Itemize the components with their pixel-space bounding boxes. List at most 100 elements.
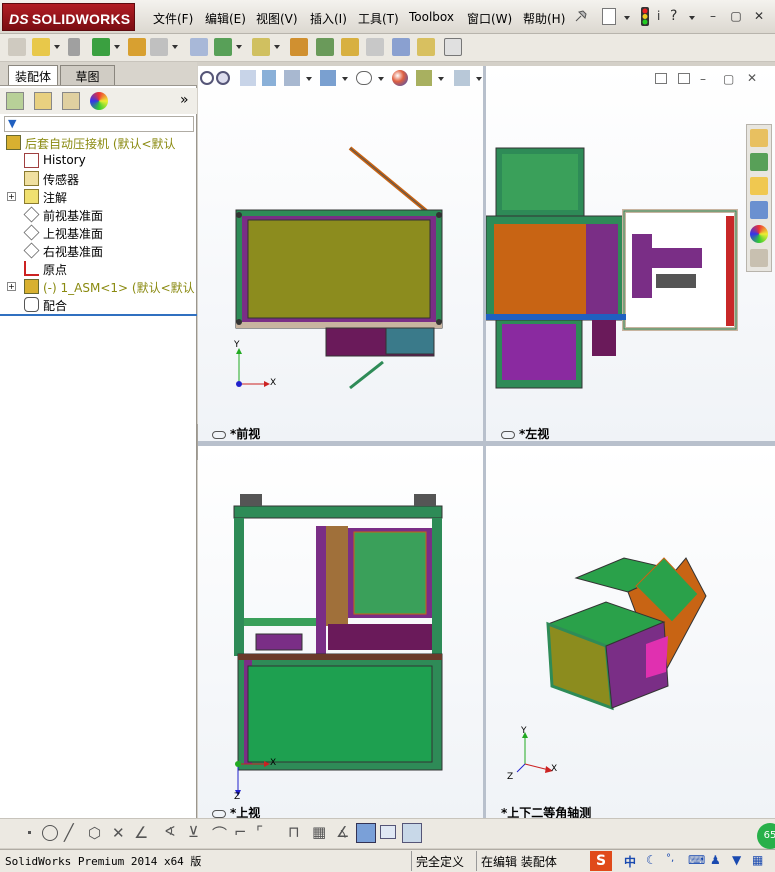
expand-icon[interactable]: + [7,282,16,291]
angle-icon[interactable]: ∠ [134,823,148,842]
bill-of-materials-icon[interactable] [316,38,334,56]
feature-manager-panel: 装配体 草图 » ▼ 后套自动压接机 (默认<默认 History 传感器 + 注解 前视… [0,62,197,872]
chevron-down-icon[interactable] [689,16,695,20]
pin-icon[interactable] [573,8,589,24]
corner-icon[interactable]: ⌐ [234,823,247,841]
menu-view[interactable]: 视图(V) [256,10,298,27]
tab-assembly[interactable]: 装配体 [8,65,59,85]
menu-insert[interactable]: 插入(I) [310,10,347,27]
z-axis-label: Z [507,772,514,782]
display-manager-icon[interactable] [90,92,108,110]
exploded-view-icon[interactable] [341,38,359,56]
notification-badge[interactable]: 65 [757,823,775,849]
show-hidden-icon[interactable] [190,38,208,56]
solidworks-logo[interactable]: DS SOLIDWORKS [2,3,135,31]
line-icon[interactable]: ╱ [64,823,74,842]
smart-fasteners-icon[interactable] [128,38,146,56]
x-axis-label: X [551,764,558,774]
chevron-down-icon[interactable] [624,16,630,20]
tree-item[interactable]: + 注解 [0,188,197,206]
file-explorer-icon[interactable] [750,177,768,195]
explode-line-sketch-icon[interactable] [366,38,384,56]
view-palette-icon[interactable] [750,201,768,219]
interference-detection-icon[interactable] [392,38,410,56]
mirror-icon[interactable]: ⊓ [288,823,300,841]
linear-pattern-icon[interactable] [92,38,110,56]
tree-item[interactable]: 右视基准面 [0,242,197,260]
sogou-ime-icon[interactable]: S [590,851,612,871]
person-icon[interactable]: ♟ [710,853,721,867]
configuration-manager-icon[interactable] [62,92,80,110]
point-icon[interactable] [28,831,31,834]
trim-icon[interactable]: ✕ [112,824,125,842]
mate-icon[interactable] [68,38,80,56]
chevron-right-icon[interactable]: » [180,92,189,108]
ime-mode[interactable]: 中 [624,853,636,870]
grid-icon[interactable]: ▦ [312,823,326,841]
polygon-icon[interactable]: ⬡ [88,824,101,842]
rollback-bar[interactable] [0,314,197,316]
clearance-verification-icon[interactable] [417,38,435,56]
circle-icon[interactable] [42,825,58,841]
feature-manager-icon[interactable] [6,92,24,110]
keyboard-icon[interactable]: ⌨ [688,853,705,867]
insert-component-icon[interactable] [8,38,26,56]
minimize-icon[interactable]: – [706,10,720,23]
shirt-icon[interactable]: ▼ [732,853,741,867]
sheet-view-icon[interactable] [402,823,422,843]
reference-geometry-icon[interactable] [252,38,270,56]
punctuation-icon[interactable]: °, [666,853,674,864]
new-document-icon[interactable] [602,8,616,25]
grid-menu-icon[interactable]: ▦ [752,853,763,867]
tree-item[interactable]: 前视基准面 [0,206,197,224]
design-library-icon[interactable] [750,153,768,171]
new-part-icon[interactable] [32,38,50,56]
tab-sketch[interactable]: 草图 [60,65,115,85]
manager-tabs: » [0,88,197,114]
tree-item[interactable]: 配合 [0,296,197,314]
chevron-down-icon[interactable] [236,45,242,49]
help-icon[interactable]: ? [670,8,677,24]
restore-icon[interactable]: ▢ [729,10,743,23]
menu-edit[interactable]: 编辑(E) [205,10,246,27]
instant3d-icon[interactable] [444,38,462,56]
arc-icon[interactable]: ⌒ [212,823,227,844]
chevron-down-icon[interactable] [172,45,178,49]
menu-help[interactable]: 帮助(H) [523,10,565,27]
plane-icon [23,224,40,241]
tree-item-label: (-) 1_ASM<1> (默认<默认 [43,281,195,295]
tree-item[interactable]: + (-) 1_ASM<1> (默认<默认 [0,278,197,296]
tree-item[interactable]: 传感器 [0,170,197,188]
home-icon[interactable] [750,129,768,147]
moon-icon[interactable]: ☾ [646,853,657,867]
menu-file[interactable]: 文件(F) [153,10,193,27]
new-motion-study-icon[interactable] [290,38,308,56]
custom-properties-icon[interactable] [750,249,768,267]
chevron-down-icon[interactable] [274,45,280,49]
view-cube-icon[interactable] [356,823,376,843]
menu-window[interactable]: 窗口(W) [467,10,512,27]
assembly-features-icon[interactable] [214,38,232,56]
tree-filter-input[interactable]: ▼ [4,116,194,132]
appearances-icon[interactable] [750,225,768,243]
tree-item[interactable]: 上视基准面 [0,224,197,242]
relation-icon[interactable]: ⊻ [188,823,199,841]
smart-dimension-icon[interactable]: ∢ [164,824,176,840]
divider [476,851,477,871]
menu-tools[interactable]: 工具(T) [358,10,399,27]
close-icon[interactable]: ✕ [752,10,766,23]
traffic-light-icon[interactable] [641,7,649,26]
info-icon[interactable]: i [657,9,660,23]
expand-icon[interactable]: + [7,192,16,201]
chevron-down-icon[interactable] [54,45,60,49]
tree-root-assembly[interactable]: 后套自动压接机 (默认<默认 [0,134,197,152]
chevron-down-icon[interactable] [114,45,120,49]
menu-toolbox[interactable]: Toolbox [409,10,454,24]
tree-item[interactable]: 原点 [0,260,197,278]
move-component-icon[interactable] [150,38,168,56]
plane-view-icon[interactable] [380,825,396,839]
property-manager-icon[interactable] [34,92,52,110]
tree-item[interactable]: History [0,152,197,170]
angle-dim-icon[interactable]: ∡ [336,823,349,841]
rectangle-icon[interactable]: ⌜ [256,823,263,841]
